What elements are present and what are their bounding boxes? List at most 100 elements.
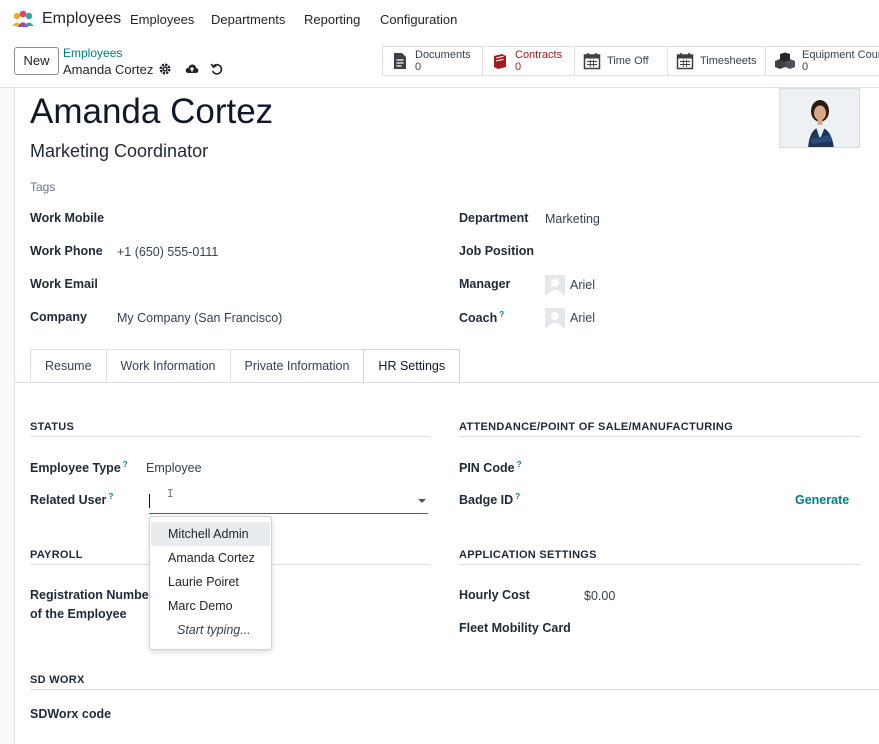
menu-configuration[interactable]: Configuration [380, 12, 457, 27]
pin-code-help-icon[interactable]: ? [517, 460, 522, 469]
tab-work-information[interactable]: Work Information [105, 349, 231, 383]
chevron-down-icon[interactable] [418, 499, 426, 503]
job-position-label: Job Position [459, 244, 534, 258]
tab-resume[interactable]: Resume [30, 349, 107, 383]
sdworx-section-title: SD WORX [30, 674, 85, 686]
cloud-upload-icon[interactable] [185, 62, 199, 76]
employee-type-help-icon[interactable]: ? [123, 460, 128, 469]
employee-photo[interactable] [779, 88, 860, 148]
document-icon [394, 53, 406, 69]
related-user-label: Related User? [30, 492, 113, 507]
manager-avatar-icon [545, 275, 565, 295]
manager-field[interactable]: Ariel [570, 278, 595, 292]
department-field[interactable]: Marketing [545, 212, 600, 226]
employee-type-label-text: Employee Type [30, 461, 121, 476]
work-phone-label: Work Phone [30, 244, 103, 258]
application-settings-section-rule [459, 564, 860, 565]
status-section-rule [30, 436, 431, 437]
breadcrumb-current: Amanda Cortez [63, 62, 154, 77]
tab-private-information[interactable]: Private Information [229, 349, 365, 383]
pin-code-label: PIN Code? [459, 460, 521, 475]
smart-buttons-bar: Documents 0 Contracts 0 Time Off Timeshe… [382, 46, 879, 76]
related-user-dropdown: Mitchell Admin Amanda Cortez Laurie Poir… [149, 516, 272, 650]
related-user-help-icon[interactable]: ? [108, 492, 113, 501]
hourly-cost-field[interactable]: $0.00 [584, 589, 615, 603]
coach-label: Coach? [459, 310, 504, 325]
time-off-label: Time Off [607, 55, 649, 67]
calendar-grid-icon [676, 53, 694, 70]
tab-hr-settings[interactable]: HR Settings [363, 349, 461, 384]
equipment-count-smart-button[interactable]: Equipment Count 0 [766, 46, 879, 76]
work-email-label: Work Email [30, 277, 98, 291]
form-tabs: Resume Work Information Private Informat… [30, 349, 461, 384]
tab-divider [15, 382, 879, 383]
employee-form-sheet: Amanda Cortez Marketing Coordinator Tags… [14, 88, 879, 744]
timesheets-smart-button[interactable]: Timesheets [668, 46, 766, 76]
text-caret [149, 494, 150, 508]
equipment-count-label: Equipment Count [802, 49, 879, 61]
company-label: Company [30, 310, 87, 324]
control-panel: New Employees Amanda Cortez Documents 0 [0, 38, 879, 88]
coach-help-icon[interactable]: ? [499, 310, 504, 319]
contracts-count: 0 [515, 61, 522, 73]
sdworx-code-label: SDWorx code [30, 707, 112, 721]
coach-field[interactable]: Ariel [570, 311, 595, 325]
registration-number-label-line2: of the Employee [30, 607, 127, 621]
badge-id-help-icon[interactable]: ? [515, 492, 520, 501]
application-settings-section-title: APPLICATION SETTINGS [459, 549, 597, 561]
status-section-title: STATUS [30, 421, 75, 433]
attendance-section-title: ATTENDANCE/POINT OF SALE/MANUFACTURING [459, 421, 733, 433]
contracts-label: Contracts [515, 49, 563, 61]
menu-departments[interactable]: Departments [211, 12, 285, 27]
employee-photo-image [780, 89, 859, 147]
timesheets-label: Timesheets [700, 55, 757, 67]
new-button[interactable]: New [14, 47, 59, 75]
calendar-icon [583, 53, 601, 70]
book-icon [494, 54, 506, 69]
dropdown-start-typing[interactable]: Start typing... [151, 618, 270, 642]
related-user-input[interactable]: I [149, 486, 428, 514]
gear-icon[interactable] [158, 62, 172, 76]
dropdown-option-amanda-cortez[interactable]: Amanda Cortez [151, 546, 270, 570]
coach-avatar-icon [545, 308, 565, 328]
tags-field[interactable]: Tags [30, 180, 55, 194]
contracts-smart-button[interactable]: Contracts 0 [483, 46, 575, 76]
dropdown-option-mitchell-admin[interactable]: Mitchell Admin [151, 522, 270, 546]
breadcrumb-parent[interactable]: Employees [63, 46, 122, 60]
top-navbar: Employees Employees Departments Reportin… [0, 0, 879, 38]
generate-badge-button[interactable]: Generate [795, 493, 849, 507]
attendance-section-rule [459, 436, 860, 437]
coach-label-text: Coach [459, 311, 498, 326]
equipment-count-value: 0 [802, 61, 809, 73]
time-off-smart-button[interactable]: Time Off [575, 46, 668, 76]
dropdown-option-marc-demo[interactable]: Marc Demo [151, 594, 270, 618]
employee-name-field[interactable]: Amanda Cortez [30, 92, 273, 132]
documents-count: 0 [415, 61, 422, 73]
discard-undo-icon[interactable] [210, 62, 224, 76]
work-phone-field[interactable]: +1 (650) 555-0111 [117, 245, 218, 259]
boxes-icon [775, 52, 795, 69]
badge-id-label: Badge ID? [459, 492, 520, 507]
employee-type-label: Employee Type? [30, 460, 128, 475]
mouse-ibeam-cursor-icon: I [167, 487, 174, 500]
manager-label: Manager [459, 277, 511, 291]
menu-employees[interactable]: Employees [130, 12, 194, 27]
pin-code-label-text: PIN Code [459, 461, 515, 476]
dropdown-option-laurie-poiret[interactable]: Laurie Poiret [151, 570, 270, 594]
related-user-label-text: Related User [30, 493, 107, 508]
registration-number-label-line1: Registration Number [30, 588, 154, 602]
menu-reporting[interactable]: Reporting [304, 12, 360, 27]
sdworx-section-rule [30, 689, 879, 690]
work-mobile-label: Work Mobile [30, 211, 105, 225]
employees-app-icon[interactable] [12, 10, 34, 28]
company-field[interactable]: My Company (San Francisco) [117, 311, 282, 325]
job-title-field[interactable]: Marketing Coordinator [30, 141, 208, 162]
payroll-section-title: PAYROLL [30, 549, 83, 561]
employee-type-field[interactable]: Employee [146, 461, 202, 475]
fleet-mobility-card-label: Fleet Mobility Card [459, 621, 571, 635]
department-label: Department [459, 211, 529, 225]
documents-smart-button[interactable]: Documents 0 [383, 46, 483, 76]
badge-id-label-text: Badge ID [459, 493, 514, 508]
app-name[interactable]: Employees [42, 10, 121, 28]
documents-label: Documents [415, 49, 471, 61]
